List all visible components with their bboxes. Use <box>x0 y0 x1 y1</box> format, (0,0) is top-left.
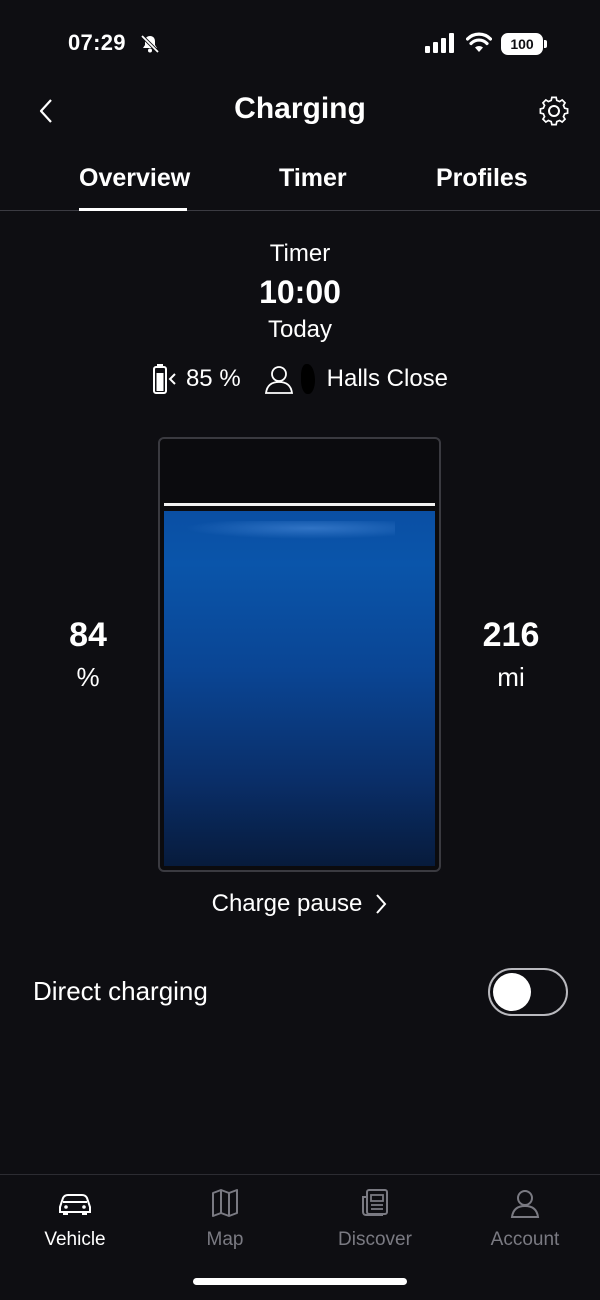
range-value: 216 <box>482 616 540 654</box>
gear-icon[interactable] <box>536 93 572 129</box>
wifi-icon <box>466 32 492 52</box>
home-indicator <box>193 1278 407 1285</box>
battery-icon: 100 <box>501 33 543 55</box>
charge-pause-link[interactable]: Charge pause <box>0 887 600 921</box>
nav-account[interactable]: Account <box>465 1187 585 1251</box>
tab-profiles[interactable]: Profiles <box>436 164 528 193</box>
battery-nub <box>544 40 547 48</box>
nav-discover[interactable]: Discover <box>315 1187 435 1251</box>
timer-label: Timer <box>269 240 331 267</box>
battery-fill <box>164 511 435 866</box>
tab-timer[interactable]: Timer <box>279 164 347 193</box>
car-icon <box>59 1194 91 1215</box>
direct-charging-toggle[interactable] <box>488 968 568 1016</box>
direct-charging-label: Direct charging <box>33 976 208 1006</box>
profile-location: Halls Close <box>326 365 449 392</box>
nav-vehicle[interactable]: Vehicle <box>15 1187 135 1251</box>
timer-day: Today <box>267 316 333 343</box>
charge-target-line <box>164 503 435 506</box>
redacted-mark <box>300 364 315 394</box>
active-tab-indicator <box>79 208 187 211</box>
tab-bar: Overview Timer Profiles <box>0 164 600 211</box>
signal-icon <box>425 33 454 53</box>
timer-time: 10:00 <box>259 274 341 310</box>
person-icon <box>264 366 293 394</box>
map-icon <box>212 1189 238 1217</box>
nav-vehicle-label: Vehicle <box>44 1229 106 1250</box>
charge-target-value: 85 % <box>185 365 241 392</box>
person-icon <box>510 1190 540 1218</box>
battery-level-graphic <box>158 437 441 872</box>
tab-overview[interactable]: Overview <box>79 164 190 193</box>
charge-target-row: 85 % Halls Close <box>0 362 600 396</box>
battery-charge-target-icon <box>152 364 176 394</box>
current-charge-percent: 84 <box>69 616 107 654</box>
nav-account-label: Account <box>490 1229 560 1250</box>
range-unit: mi <box>497 662 525 692</box>
status-time: 07:29 <box>68 30 126 55</box>
chevron-right-icon <box>376 894 387 914</box>
toggle-knob <box>493 973 531 1011</box>
current-charge-unit: % <box>76 662 100 692</box>
nav-discover-label: Discover <box>338 1229 412 1250</box>
nav-map[interactable]: Map <box>165 1187 285 1251</box>
bell-slash-icon <box>140 34 160 54</box>
nav-map-label: Map <box>206 1229 244 1250</box>
page-title: Charging <box>234 92 366 125</box>
charge-pause-label: Charge pause <box>211 890 363 917</box>
news-icon <box>362 1189 388 1216</box>
